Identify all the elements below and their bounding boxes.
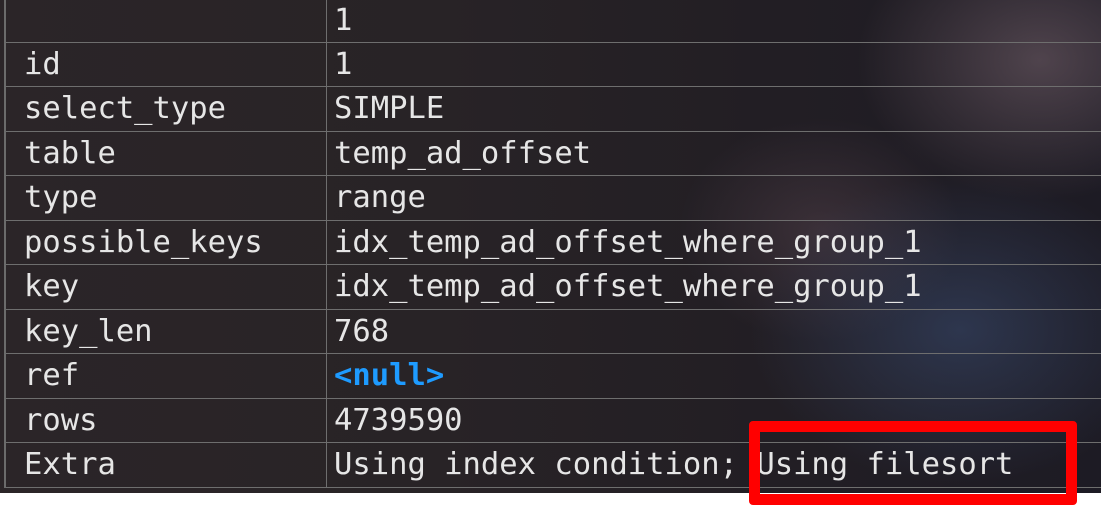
- field-name-cell[interactable]: select_type: [6, 87, 327, 131]
- table-row: possible_keys idx_temp_ad_offset_where_gr…: [6, 220, 1101, 265]
- highlight-box: [749, 421, 1077, 505]
- header-label-cell: [6, 0, 327, 42]
- table-row: type range: [6, 176, 1101, 221]
- table-row: key idx_temp_ad_offset_where_group_1: [6, 265, 1101, 310]
- header-value-cell[interactable]: 1: [327, 0, 1101, 42]
- field-name-cell[interactable]: rows: [6, 398, 327, 442]
- field-value-cell[interactable]: <null>: [327, 354, 1101, 398]
- table-row: table temp_ad_offset: [6, 131, 1101, 176]
- field-value-cell[interactable]: 1: [327, 43, 1101, 87]
- field-name-cell[interactable]: Extra: [6, 443, 327, 487]
- table-row: id 1: [6, 42, 1101, 87]
- field-name-cell[interactable]: key: [6, 265, 327, 309]
- table-row: ref <null>: [6, 354, 1101, 399]
- field-name-cell[interactable]: type: [6, 176, 327, 220]
- field-name-cell[interactable]: key_len: [6, 309, 327, 353]
- field-name-cell[interactable]: id: [6, 42, 327, 86]
- field-name-cell[interactable]: table: [6, 131, 327, 175]
- explain-result-table: 1 id 1 select_type SIMPLE table temp_ad_offse…: [4, 0, 1101, 488]
- field-value-cell[interactable]: temp_ad_offset: [327, 132, 1101, 176]
- field-value-cell[interactable]: SIMPLE: [327, 87, 1101, 131]
- query-result-panel: 1 id 1 select_type SIMPLE table temp_ad_offse…: [0, 0, 1101, 493]
- field-name-cell[interactable]: possible_keys: [6, 220, 327, 264]
- field-value-cell[interactable]: idx_temp_ad_offset_where_group_1: [327, 221, 1101, 265]
- field-name-cell[interactable]: ref: [6, 354, 327, 398]
- field-value-cell[interactable]: idx_temp_ad_offset_where_group_1: [327, 265, 1101, 309]
- table-row: key_len 768: [6, 309, 1101, 354]
- field-value-cell[interactable]: range: [327, 176, 1101, 220]
- table-row: select_type SIMPLE: [6, 87, 1101, 132]
- table-header-row: 1: [6, 0, 1101, 43]
- field-value-cell[interactable]: 768: [327, 310, 1101, 354]
